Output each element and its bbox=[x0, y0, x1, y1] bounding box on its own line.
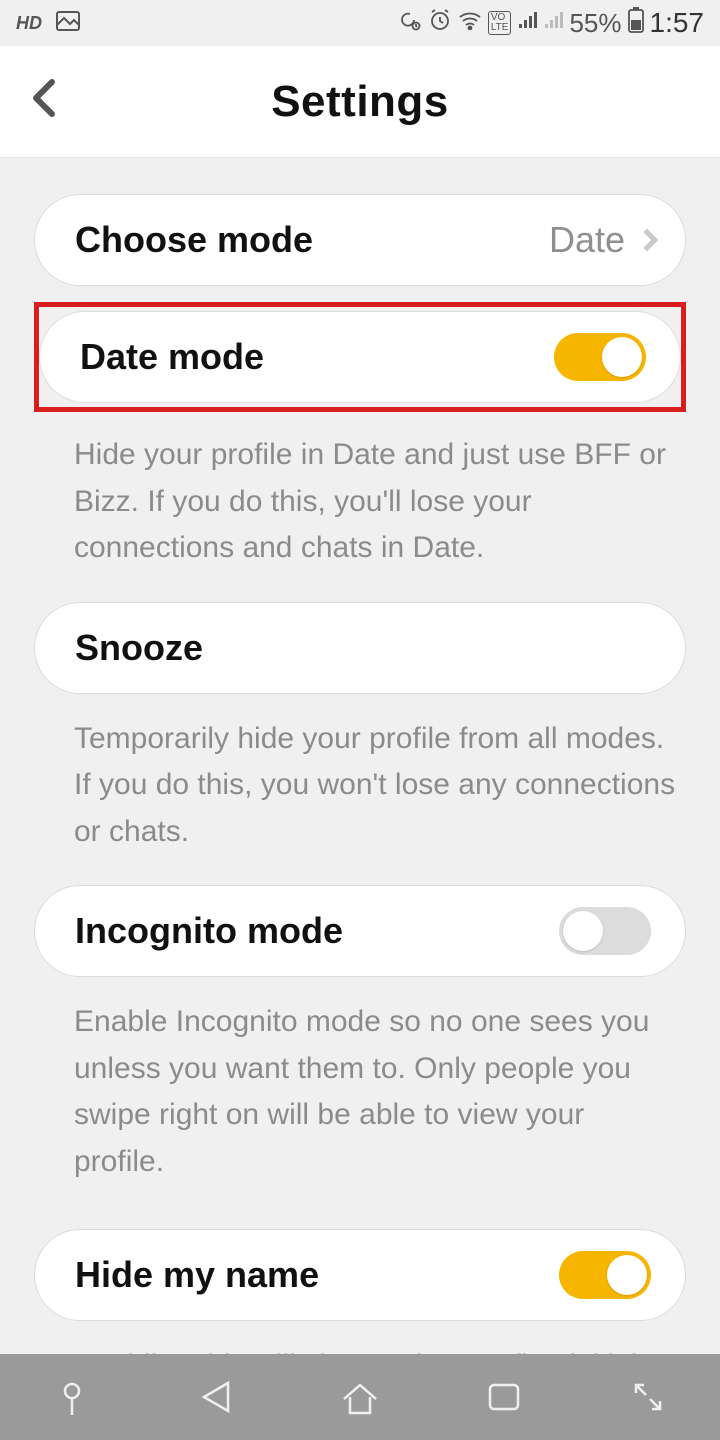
date-mode-label: Date mode bbox=[80, 336, 264, 378]
snooze-desc: Temporarily hide your profile from all m… bbox=[34, 710, 686, 886]
status-bar: HD VOLTE 55% bbox=[0, 0, 720, 46]
chevron-right-icon bbox=[636, 229, 659, 252]
choose-mode-row[interactable]: Choose mode Date bbox=[34, 194, 686, 286]
nav-recents-icon[interactable] bbox=[482, 1375, 526, 1419]
volte-icon: VOLTE bbox=[488, 11, 512, 35]
signal2-icon bbox=[543, 10, 563, 36]
hide-name-row[interactable]: Hide my name bbox=[34, 1229, 686, 1321]
date-mode-highlight: Date mode bbox=[34, 302, 686, 412]
back-button[interactable] bbox=[30, 78, 56, 126]
page-title: Settings bbox=[271, 77, 449, 127]
hide-name-toggle[interactable] bbox=[559, 1251, 651, 1299]
date-mode-desc: Hide your profile in Date and just use B… bbox=[34, 426, 686, 602]
android-nav-bar bbox=[0, 1354, 720, 1440]
alarm-icon bbox=[428, 8, 452, 38]
incognito-label: Incognito mode bbox=[75, 910, 343, 952]
wifi-icon bbox=[458, 10, 482, 36]
app-header: Settings bbox=[0, 46, 720, 158]
settings-content: Choose mode Date Date mode Hide your pro… bbox=[0, 158, 720, 1354]
battery-icon bbox=[628, 7, 644, 39]
incognito-toggle[interactable] bbox=[559, 907, 651, 955]
incognito-desc: Enable Incognito mode so no one sees you… bbox=[34, 993, 686, 1215]
nav-expand-icon[interactable] bbox=[626, 1375, 670, 1419]
dnd-icon bbox=[398, 8, 422, 38]
status-time: 1:57 bbox=[650, 7, 705, 39]
choose-mode-value: Date bbox=[549, 219, 625, 261]
snooze-label: Snooze bbox=[75, 627, 203, 669]
hide-name-desc: Enabling this will show only your first … bbox=[34, 1337, 686, 1354]
battery-percent: 55% bbox=[569, 8, 621, 39]
hide-name-label: Hide my name bbox=[75, 1254, 319, 1296]
image-icon bbox=[56, 11, 80, 36]
snooze-row[interactable]: Snooze bbox=[34, 602, 686, 694]
nav-back-icon[interactable] bbox=[194, 1375, 238, 1419]
nav-home-icon[interactable] bbox=[338, 1375, 382, 1419]
date-mode-toggle[interactable] bbox=[554, 333, 646, 381]
choose-mode-label: Choose mode bbox=[75, 219, 313, 261]
date-mode-row[interactable]: Date mode bbox=[39, 311, 681, 403]
hd-indicator: HD bbox=[16, 13, 42, 34]
incognito-row[interactable]: Incognito mode bbox=[34, 885, 686, 977]
nav-assistant-icon[interactable] bbox=[50, 1375, 94, 1419]
signal1-icon bbox=[517, 10, 537, 36]
